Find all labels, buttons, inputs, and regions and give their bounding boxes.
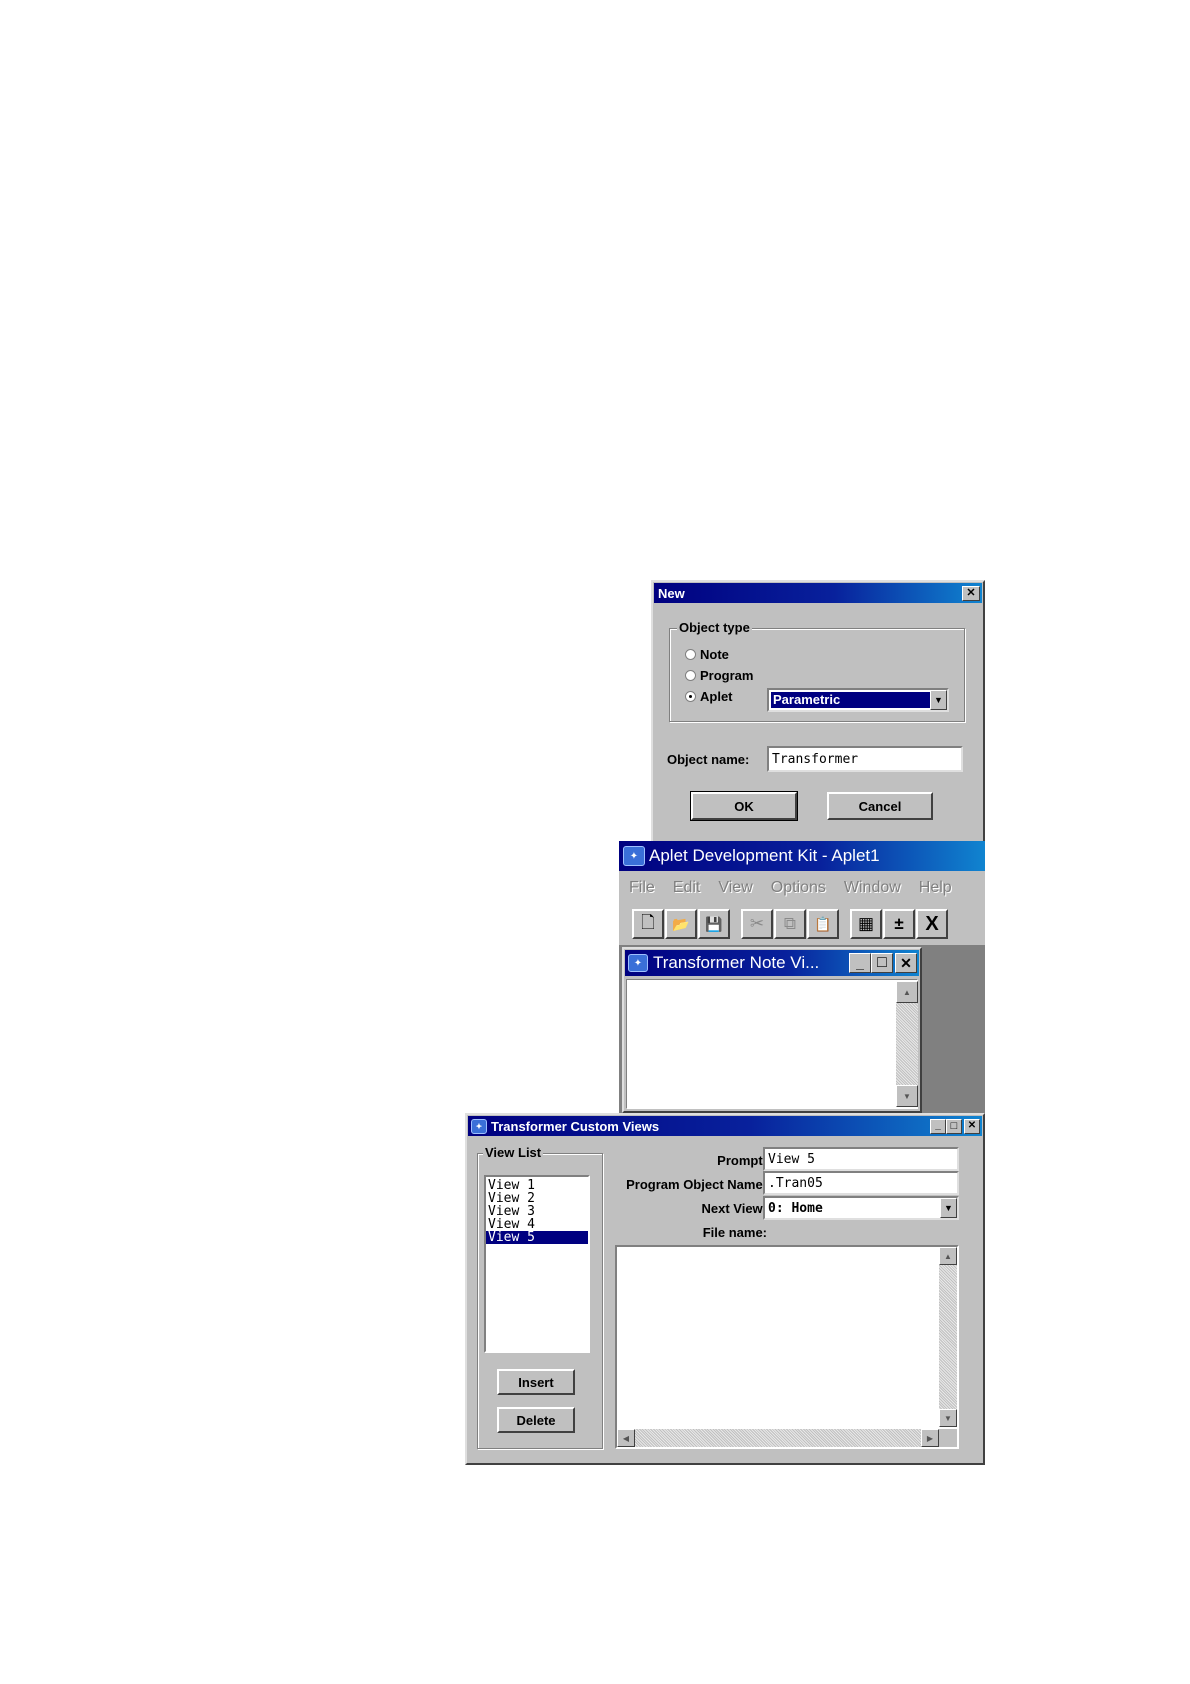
adk-titlebar[interactable]: ✦ Aplet Development Kit - Aplet1 <box>619 841 985 871</box>
custom-views-window: ✦ Transformer Custom Views _ □ ✕ View Li… <box>465 1113 985 1465</box>
note-view-title: Transformer Note Vi... <box>653 953 820 972</box>
menu-edit[interactable]: Edit <box>673 879 701 897</box>
file-horizontal-scrollbar[interactable] <box>617 1429 939 1447</box>
adk-window: ✦ Aplet Development Kit - Aplet1 File Ed… <box>619 841 985 1115</box>
new-dialog: New ✕ Object type Note Program Aplet Par… <box>651 580 985 844</box>
custom-views-app-icon: ✦ <box>471 1118 487 1134</box>
minimize-icon[interactable]: _ <box>930 1118 946 1134</box>
cancel-button[interactable]: Cancel <box>827 792 933 820</box>
cut-icon[interactable]: ✂ <box>741 909 773 939</box>
aplet-type-value: Parametric <box>771 692 945 708</box>
new-dialog-title: New <box>658 585 685 601</box>
calculator-icon[interactable]: ± <box>883 909 915 939</box>
radio-note[interactable]: Note <box>685 647 729 662</box>
custom-views-titlebar[interactable]: ✦ Transformer Custom Views _ □ ✕ <box>468 1116 982 1136</box>
ok-button[interactable]: OK <box>690 791 798 821</box>
scrollbar-corner <box>939 1429 957 1447</box>
file-name-label: File name: <box>702 1225 767 1240</box>
object-type-label: Object type <box>677 620 752 635</box>
next-view-label: Next View: <box>701 1201 767 1216</box>
scroll-up-icon[interactable]: ▲ <box>939 1247 957 1265</box>
paste-icon[interactable]: 📋 <box>807 909 839 939</box>
radio-note-label: Note <box>700 647 729 662</box>
aplet-type-select[interactable]: Parametric <box>767 688 949 712</box>
new-dialog-titlebar[interactable]: New ✕ <box>654 583 982 603</box>
copy-icon[interactable]: ⧉ <box>774 909 806 939</box>
close-icon[interactable]: ✕ <box>962 585 980 601</box>
view-listbox[interactable]: View 1 View 2 View 3 View 4 View 5 <box>484 1175 590 1353</box>
file-content-area[interactable] <box>615 1245 959 1449</box>
program-object-name-input[interactable]: .Tran05 <box>763 1171 959 1195</box>
menu-bar: File Edit View Options Window Help <box>629 879 952 897</box>
radio-aplet[interactable]: Aplet <box>685 689 733 704</box>
file-vertical-scrollbar[interactable] <box>939 1247 957 1427</box>
save-icon[interactable]: 💾 <box>698 909 730 939</box>
scroll-down-icon[interactable]: ▼ <box>939 1409 957 1427</box>
menu-file[interactable]: File <box>629 879 655 897</box>
scroll-left-icon[interactable]: ◀ <box>617 1429 635 1447</box>
note-app-icon: ✦ <box>628 954 648 972</box>
insert-button[interactable]: Insert <box>497 1369 575 1395</box>
app-icon: ✦ <box>623 846 645 866</box>
program-object-name-label: Program Object Name: <box>626 1177 767 1192</box>
maximize-icon[interactable]: □ <box>946 1118 962 1134</box>
next-view-select[interactable]: 0: Home <box>763 1196 959 1220</box>
scroll-down-icon[interactable]: ▼ <box>896 1085 918 1107</box>
scroll-up-icon[interactable]: ▲ <box>896 981 918 1003</box>
close-icon[interactable]: ✕ <box>964 1118 980 1134</box>
radio-aplet-dot[interactable] <box>685 691 696 702</box>
note-view-titlebar[interactable]: ✦ Transformer Note Vi... _ □ ✕ <box>625 950 919 976</box>
view-list-label: View List <box>483 1145 544 1160</box>
prompt-input[interactable]: View 5 <box>763 1147 959 1171</box>
list-item-selected[interactable]: View 5 <box>486 1231 588 1244</box>
note-editor-area[interactable] <box>626 979 918 1109</box>
menu-options[interactable]: Options <box>771 879 826 897</box>
menu-view[interactable]: View <box>718 879 752 897</box>
maximize-icon[interactable]: □ <box>871 953 893 973</box>
delete-button[interactable]: Delete <box>497 1407 575 1433</box>
radio-note-dot[interactable] <box>685 649 696 660</box>
note-view-window: ✦ Transformer Note Vi... _ □ ✕ ▲ ▼ <box>622 947 922 1113</box>
radio-program-label: Program <box>700 668 754 683</box>
radio-program-dot[interactable] <box>685 670 696 681</box>
adk-title: Aplet Development Kit - Aplet1 <box>649 846 880 865</box>
prompt-label: Prompt: <box>717 1153 767 1168</box>
grid-icon[interactable]: ▦ <box>850 909 882 939</box>
minimize-icon[interactable]: _ <box>849 953 871 973</box>
radio-program[interactable]: Program <box>685 668 753 683</box>
menu-help[interactable]: Help <box>919 879 952 897</box>
radio-aplet-label: Aplet <box>700 689 733 704</box>
chevron-down-icon[interactable]: ▼ <box>930 690 947 710</box>
close-document-icon[interactable]: X <box>916 909 948 939</box>
open-folder-icon[interactable]: 📂 <box>665 909 697 939</box>
menu-window[interactable]: Window <box>844 879 901 897</box>
object-name-input[interactable]: Transformer <box>767 746 963 772</box>
object-name-label: Object name: <box>667 752 750 767</box>
close-icon[interactable]: ✕ <box>895 953 917 973</box>
new-file-icon[interactable]: 🗋 <box>632 909 664 939</box>
custom-views-title: Transformer Custom Views <box>491 1118 660 1134</box>
chevron-down-icon[interactable]: ▼ <box>940 1198 957 1218</box>
scroll-right-icon[interactable]: ▶ <box>921 1429 939 1447</box>
